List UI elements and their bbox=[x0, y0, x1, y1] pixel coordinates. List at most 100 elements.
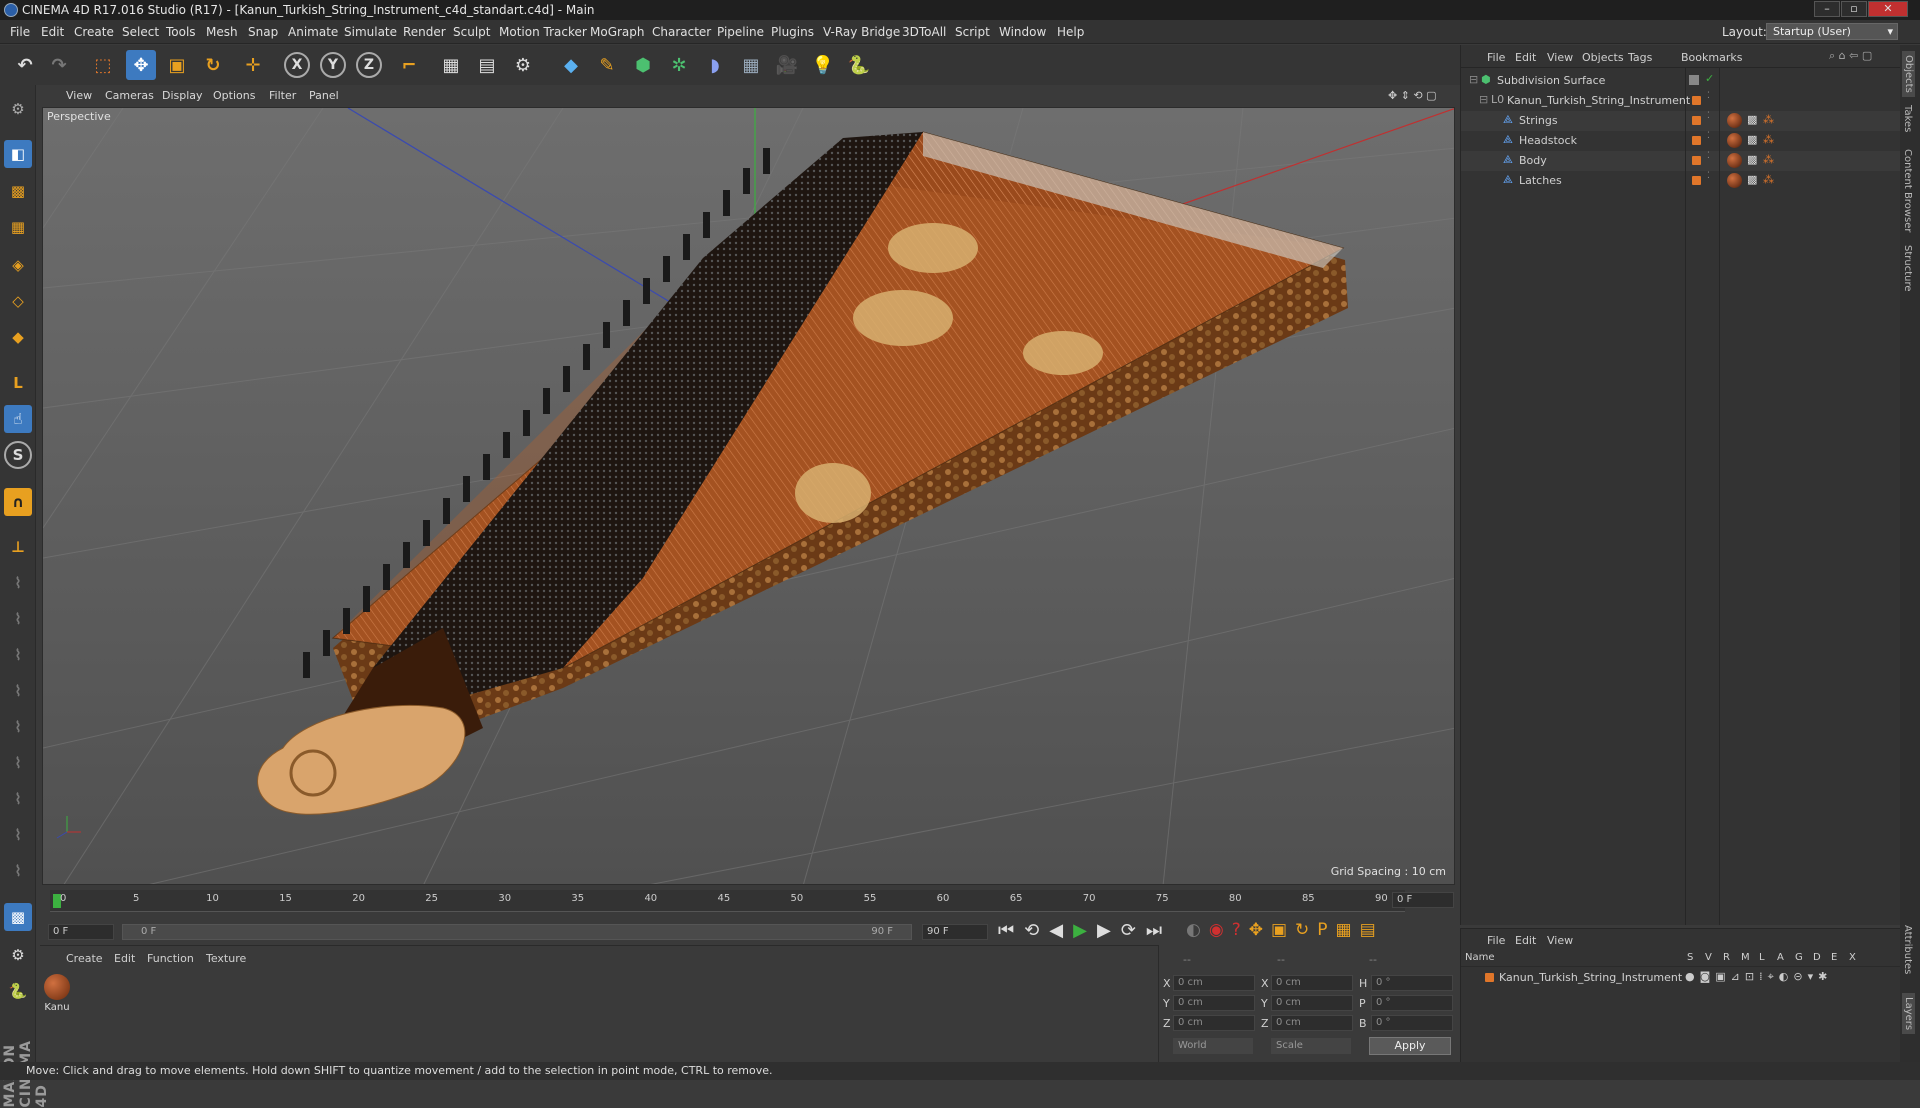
objmgr-menu-bookmarks[interactable]: Bookmarks bbox=[1681, 51, 1742, 64]
layout-dropdown[interactable]: Startup (User) ▾ bbox=[1766, 23, 1898, 40]
visibility-dots-icon[interactable]: ⁚ bbox=[1707, 111, 1710, 121]
snap-icon[interactable]: S bbox=[4, 441, 32, 469]
texture-tag-icon[interactable]: ▩ bbox=[1747, 173, 1757, 186]
array-generator-icon[interactable]: ✲ bbox=[664, 50, 694, 80]
menu-motion-tracker[interactable]: Motion Tracker bbox=[499, 25, 587, 39]
material-tag-icon[interactable] bbox=[1727, 113, 1742, 128]
objmgr-menu-edit[interactable]: Edit bbox=[1515, 51, 1536, 64]
pull-brush-icon[interactable]: ⌇ bbox=[4, 605, 32, 633]
layermgr-menu-file[interactable]: File bbox=[1487, 934, 1505, 947]
visibility-dots-icon[interactable]: ⁚ bbox=[1707, 151, 1710, 161]
menu-file[interactable]: File bbox=[10, 25, 30, 39]
close-button[interactable]: ✕ bbox=[1868, 1, 1908, 17]
cube-primitive-icon[interactable]: ◆ bbox=[556, 50, 586, 80]
loop-icon[interactable]: ⟳ bbox=[1121, 920, 1146, 941]
layermgr-menu-view[interactable]: View bbox=[1547, 934, 1573, 947]
minimize-button[interactable]: – bbox=[1814, 1, 1840, 17]
fog-icon[interactable]: ⚙ bbox=[4, 941, 32, 969]
play-icon[interactable]: ▶ bbox=[1073, 920, 1097, 941]
texture-tag-icon[interactable]: ▩ bbox=[1747, 133, 1757, 146]
rotation-b-field[interactable]: 0 ° bbox=[1371, 1015, 1453, 1031]
object-row-strings[interactable]: ⟁ Strings ⁚ ▩ ⁂ bbox=[1461, 111, 1901, 131]
menu-create[interactable]: Create bbox=[74, 25, 114, 39]
preview-range-slider[interactable]: 0 F 90 F bbox=[122, 924, 912, 940]
menu-tools[interactable]: Tools bbox=[166, 25, 196, 39]
object-row-kanun[interactable]: ⊟ L0 Kanun_Turkish_String_Instrument ⁚ bbox=[1461, 91, 1901, 111]
layer-color-dot[interactable] bbox=[1692, 96, 1701, 105]
maximize-button[interactable]: ▫ bbox=[1841, 1, 1867, 17]
end-frame-field[interactable]: 90 F bbox=[922, 924, 988, 940]
tab-attributes[interactable]: Attributes bbox=[1902, 925, 1913, 974]
rotation-p-field[interactable]: 0 ° bbox=[1371, 995, 1453, 1011]
menu-vray-bridge[interactable]: V-Ray Bridge bbox=[823, 25, 900, 39]
phong-tag-icon[interactable]: ⁂ bbox=[1763, 153, 1774, 166]
layer-color-dot[interactable] bbox=[1692, 136, 1701, 145]
viewport-menu-options[interactable]: Options bbox=[213, 89, 255, 102]
viewport-menu-cameras[interactable]: Cameras bbox=[105, 89, 154, 102]
motion-record-icon[interactable]: ◐ bbox=[1186, 920, 1209, 940]
make-editable-icon[interactable]: ⚙ bbox=[4, 95, 32, 123]
visibility-dots-icon[interactable]: ⁚ bbox=[1707, 131, 1710, 141]
timeline-window-icon[interactable]: ▤ bbox=[1360, 920, 1384, 940]
key-rotation-icon[interactable]: ↻ bbox=[1295, 920, 1317, 940]
layer-color-dot[interactable] bbox=[1485, 973, 1494, 982]
enabled-check-icon[interactable]: ✓ bbox=[1705, 72, 1714, 85]
rotate-tool-icon[interactable]: ↻ bbox=[198, 50, 228, 80]
brush-icon[interactable]: ⌇ bbox=[4, 569, 32, 597]
texture-tag-icon[interactable]: ▩ bbox=[1747, 113, 1757, 126]
live-selection-icon[interactable]: ⬚ bbox=[88, 50, 118, 80]
current-frame-field[interactable]: 0 F bbox=[1392, 892, 1454, 908]
iron-brush-icon[interactable]: ⌇ bbox=[4, 821, 32, 849]
texture-tag-icon[interactable]: ▩ bbox=[1747, 153, 1757, 166]
material-menu-create[interactable]: Create bbox=[66, 952, 103, 965]
layer-color-dot[interactable] bbox=[1692, 176, 1701, 185]
undo-icon[interactable]: ↶ bbox=[10, 50, 40, 80]
record-keyframe-icon[interactable]: ◉ bbox=[1209, 920, 1232, 940]
smooth-brush-icon[interactable]: ⌇ bbox=[4, 641, 32, 669]
size-x-field[interactable]: 0 cm bbox=[1271, 975, 1353, 991]
model-mode-icon[interactable]: ◧ bbox=[4, 140, 32, 168]
render-view-icon[interactable]: ▦ bbox=[436, 50, 466, 80]
objmgr-search-icon[interactable]: ⌕ ⌂ ⇦ ▢ bbox=[1829, 49, 1872, 63]
menu-snap[interactable]: Snap bbox=[248, 25, 278, 39]
go-to-start-icon[interactable]: ⏮ bbox=[998, 920, 1024, 941]
previous-key-icon[interactable]: ⟲ bbox=[1024, 920, 1049, 941]
phong-tag-icon[interactable]: ⁂ bbox=[1763, 173, 1774, 186]
y-axis-lock-icon[interactable]: Y bbox=[320, 52, 346, 78]
visibility-dots-icon[interactable]: ⁚ bbox=[1707, 91, 1710, 101]
material-menu-edit[interactable]: Edit bbox=[114, 952, 135, 965]
tab-objects[interactable]: Objects bbox=[1902, 51, 1915, 97]
scale-tool-icon[interactable]: ▣ bbox=[162, 50, 192, 80]
material-tag-icon[interactable] bbox=[1727, 133, 1742, 148]
3d-viewport[interactable]: Perspective Grid Spacing : 10 cm bbox=[42, 107, 1455, 885]
objmgr-menu-objects[interactable]: Objects bbox=[1582, 51, 1624, 64]
quantize-icon[interactable]: ⊥ bbox=[4, 533, 32, 561]
viewport-menu-filter[interactable]: Filter bbox=[269, 89, 296, 102]
object-row-headstock[interactable]: ⟁ Headstock ⁚ ▩ ⁂ bbox=[1461, 131, 1901, 151]
floor-object-icon[interactable]: ▦ bbox=[736, 50, 766, 80]
weight-brush-icon[interactable]: ⌇ bbox=[4, 713, 32, 741]
menu-render[interactable]: Render bbox=[403, 25, 446, 39]
tweak-mode-icon[interactable]: ☝ bbox=[4, 405, 32, 433]
objmgr-menu-tags[interactable]: Tags bbox=[1628, 51, 1652, 64]
lock-workplane-icon[interactable]: ▩ bbox=[4, 903, 32, 931]
viewport-menu-view[interactable]: View bbox=[66, 89, 92, 102]
rotation-h-field[interactable]: 0 ° bbox=[1371, 975, 1453, 991]
key-scale-icon[interactable]: ▣ bbox=[1271, 920, 1295, 940]
material-swatch[interactable]: Kanu bbox=[42, 974, 72, 1024]
position-z-field[interactable]: 0 cm bbox=[1173, 1015, 1255, 1031]
go-to-end-icon[interactable]: ⏭ bbox=[1146, 920, 1172, 941]
material-tag-icon[interactable] bbox=[1727, 153, 1742, 168]
flatten-brush-icon[interactable]: ⌇ bbox=[4, 749, 32, 777]
magnet-icon[interactable]: ∩ bbox=[4, 488, 32, 516]
polygons-mode-icon[interactable]: ◆ bbox=[4, 323, 32, 351]
viewport-menu-display[interactable]: Display bbox=[162, 89, 203, 102]
z-axis-lock-icon[interactable]: Z bbox=[356, 52, 382, 78]
render-picture-viewer-icon[interactable]: ▤ bbox=[472, 50, 502, 80]
tab-content-browser[interactable]: Content Browser bbox=[1902, 149, 1913, 232]
python-icon[interactable]: 🐍 bbox=[844, 50, 874, 80]
menu-sculpt[interactable]: Sculpt bbox=[453, 25, 490, 39]
viewport-navigation-icons[interactable]: ✥ ⇕ ⟲ ▢ bbox=[1388, 89, 1437, 102]
position-x-field[interactable]: 0 cm bbox=[1173, 975, 1255, 991]
tab-takes[interactable]: Takes bbox=[1902, 105, 1913, 132]
